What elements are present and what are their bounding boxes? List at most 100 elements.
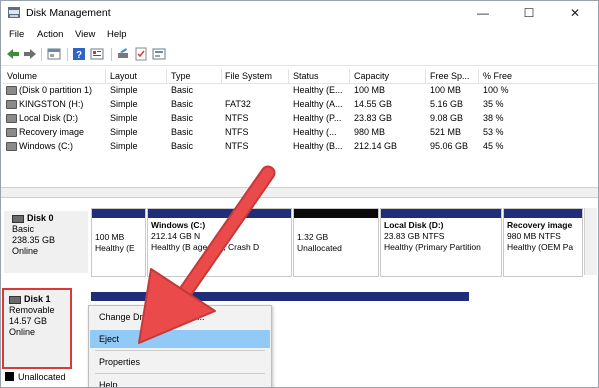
partition-name: Windows (C:) xyxy=(151,220,206,230)
volume-capacity: 212.14 GB xyxy=(354,141,398,151)
volume-layout: Simple xyxy=(110,141,138,151)
column-header-capacity[interactable]: Capacity xyxy=(354,71,389,81)
partition-status: Healthy (B age File, Crash D xyxy=(151,242,260,252)
volume-free-space: 521 MB xyxy=(430,127,462,137)
partition-size: 100 MB xyxy=(95,232,125,242)
back-arrow-icon[interactable] xyxy=(6,47,20,61)
volume-file-system: FAT32 xyxy=(225,99,251,109)
partition-size: 23.83 GB NTFS xyxy=(384,231,445,241)
volume-type: Basic xyxy=(171,99,194,109)
menu-item-change-drive-letter[interactable]: Change Drive and Paths... xyxy=(90,308,270,326)
table-row[interactable]: Windows (C:) Simple Basic NTFS Healthy (… xyxy=(3,140,597,153)
volume-icon xyxy=(6,114,17,123)
disk1-type: Removable xyxy=(9,305,55,315)
volume-free-space: 100 MB xyxy=(430,85,462,95)
table-row[interactable]: Recovery image Simple Basic NTFS Healthy… xyxy=(3,126,597,139)
menu-item-properties[interactable]: Properties xyxy=(90,353,270,371)
volume-percent-free: 100 % xyxy=(483,85,509,95)
disk0-size: 238.35 GB xyxy=(12,235,56,245)
svg-text:?: ? xyxy=(76,50,82,61)
partition-name: Local Disk (D:) xyxy=(384,220,444,230)
volume-status: Healthy (... xyxy=(293,127,337,137)
connect-drive-icon[interactable] xyxy=(116,47,130,61)
partition-recovery-image[interactable]: Recovery image 980 MB NTFS Healthy (OEM … xyxy=(503,208,583,277)
column-header-type[interactable]: Type xyxy=(171,71,191,81)
partition-local-disk-d[interactable]: Local Disk (D:) 23.83 GB NTFS Healthy (P… xyxy=(380,208,502,277)
disk-management-icon xyxy=(8,7,20,18)
forward-arrow-icon[interactable] xyxy=(23,47,37,61)
volume-type: Basic xyxy=(171,127,194,137)
volume-icon xyxy=(6,128,17,137)
volume-capacity: 23.83 GB xyxy=(354,113,393,123)
volume-file-system: NTFS xyxy=(225,113,249,123)
partition-status: Unallocated xyxy=(297,243,342,253)
partition-status: Healthy (E xyxy=(95,243,135,253)
title-bar: Disk Management — ☐ ✕ xyxy=(1,1,598,26)
close-button[interactable]: ✕ xyxy=(552,1,598,26)
properties-icon[interactable] xyxy=(90,47,104,61)
menu-view[interactable]: View xyxy=(75,29,95,40)
volume-name: (Disk 0 partition 1) xyxy=(19,85,93,95)
partition-windows-c[interactable]: Windows (C:) 212.14 GB N Healthy (B age … xyxy=(147,208,292,277)
partition-size: 980 MB NTFS xyxy=(507,231,561,241)
partition-size: 1.32 GB xyxy=(297,232,329,242)
column-header-free-space[interactable]: Free Sp... xyxy=(430,71,470,81)
maximize-button[interactable]: ☐ xyxy=(506,1,552,26)
disk0-type: Basic xyxy=(12,224,35,234)
volume-layout: Simple xyxy=(110,127,138,137)
column-header-percent-free[interactable]: % Free xyxy=(483,71,512,81)
menu-action[interactable]: Action xyxy=(37,29,63,40)
table-row[interactable]: Local Disk (D:) Simple Basic NTFS Health… xyxy=(3,112,597,125)
volume-capacity: 100 MB xyxy=(354,85,386,95)
partition-system-reserved[interactable]: 100 MB Healthy (E xyxy=(91,208,146,277)
partition-status: Healthy (OEM Pa xyxy=(507,242,574,252)
disk1-label[interactable]: Disk 1 Removable 14.57 GB Online xyxy=(2,288,72,369)
disk-icon xyxy=(9,295,21,304)
volume-file-system: NTFS xyxy=(225,141,249,151)
menu-help[interactable]: Help xyxy=(107,29,127,40)
column-header-file-system[interactable]: File System xyxy=(225,71,272,81)
volume-capacity: 14.55 GB xyxy=(354,99,393,109)
menu-item-eject[interactable]: Eject xyxy=(90,330,270,348)
disk1-title: Disk 1 xyxy=(24,294,51,304)
volume-icon xyxy=(6,100,17,109)
settings-panel-icon[interactable] xyxy=(152,47,166,61)
table-row[interactable]: KINGSTON (H:) Simple Basic FAT32 Healthy… xyxy=(3,98,597,111)
volume-name: Recovery image xyxy=(19,127,85,137)
volume-capacity: 980 MB xyxy=(354,127,386,137)
menu-file[interactable]: File xyxy=(9,29,24,40)
menu-bar: File Action View Help xyxy=(1,27,598,43)
volume-list-header: Volume Layout Type File System Status Ca… xyxy=(3,69,597,84)
minimize-button[interactable]: — xyxy=(460,1,506,26)
column-header-status[interactable]: Status xyxy=(293,71,319,81)
volume-status: Healthy (A... xyxy=(293,99,343,109)
disk1-size: 14.57 GB xyxy=(9,316,48,326)
menu-item-help[interactable]: Help xyxy=(90,376,270,387)
unallocated-swatch xyxy=(5,372,14,381)
toolbar: ? xyxy=(1,44,598,66)
disk1-status: Online xyxy=(9,327,36,337)
legend-label: Unallocated xyxy=(18,372,66,382)
legend-unallocated: Unallocated xyxy=(5,372,66,382)
volume-percent-free: 35 % xyxy=(483,99,504,109)
partition-name: Recovery image xyxy=(507,220,573,230)
volume-layout: Simple xyxy=(110,85,138,95)
table-row[interactable]: (Disk 0 partition 1) Simple Basic Health… xyxy=(3,84,597,97)
help-icon[interactable]: ? xyxy=(72,47,86,61)
vertical-scrollbar[interactable] xyxy=(584,208,597,275)
disk0-status: Online xyxy=(12,246,39,256)
volume-icon xyxy=(6,142,17,151)
console-tree-icon[interactable] xyxy=(47,47,61,61)
disk1-partition-bar[interactable] xyxy=(91,292,469,301)
checklist-icon[interactable] xyxy=(134,47,148,61)
column-header-volume[interactable]: Volume xyxy=(7,71,37,81)
disk0-label[interactable]: Disk 0 Basic 238.35 GB Online xyxy=(4,211,88,273)
partition-unallocated[interactable]: 1.32 GB Unallocated xyxy=(293,208,379,277)
volume-name: Windows (C:) xyxy=(19,141,74,151)
volume-free-space: 5.16 GB xyxy=(430,99,464,109)
pane-splitter[interactable] xyxy=(1,187,598,198)
volume-type: Basic xyxy=(171,85,194,95)
column-header-layout[interactable]: Layout xyxy=(110,71,137,81)
volume-free-space: 9.08 GB xyxy=(430,113,464,123)
disk0-title: Disk 0 xyxy=(27,213,54,223)
